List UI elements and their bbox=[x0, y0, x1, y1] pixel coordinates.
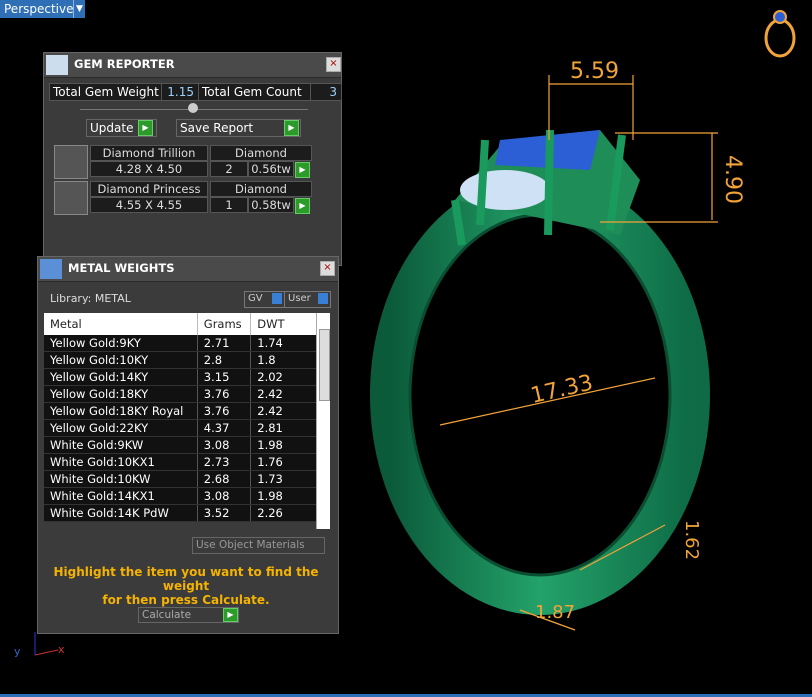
axis-y-label: y bbox=[14, 645, 21, 658]
save-report-button[interactable]: Save Report bbox=[176, 119, 301, 137]
gem-count[interactable]: 2 bbox=[210, 161, 248, 177]
table-row[interactable]: White Gold:14K PdW 3.52 2.26 bbox=[44, 504, 328, 522]
update-button-label: Update bbox=[90, 121, 134, 135]
table-row[interactable]: Yellow Gold:18KY 3.76 2.42 bbox=[44, 385, 328, 403]
metal-cell-metal: Yellow Gold:18KY bbox=[44, 385, 198, 403]
metal-weights-close-icon[interactable]: × bbox=[320, 261, 335, 276]
metal-cell-grams: 3.76 bbox=[197, 385, 252, 403]
dimension-top: 5.59 bbox=[570, 59, 619, 84]
gem-material[interactable]: Diamond bbox=[210, 181, 312, 197]
dimension-band-height: 1.62 bbox=[681, 520, 702, 560]
table-row[interactable]: White Gold:9KW 3.08 1.98 bbox=[44, 436, 328, 454]
metal-cell-grams: 2.71 bbox=[197, 335, 252, 352]
column-header-metal[interactable]: Metal bbox=[44, 313, 198, 335]
metal-cell-grams: 2.73 bbox=[197, 453, 252, 471]
metal-cell-grams: 3.08 bbox=[197, 436, 252, 454]
metal-cell-grams: 3.52 bbox=[197, 504, 252, 522]
gem-reporter-close-icon[interactable]: × bbox=[326, 57, 341, 72]
table-row[interactable]: Yellow Gold:9KY 2.71 1.74 bbox=[44, 335, 328, 352]
gv-toggle-icon bbox=[272, 293, 282, 304]
user-toggle-label: User bbox=[288, 293, 311, 304]
metal-cell-grams: 2.8 bbox=[197, 351, 252, 369]
table-row[interactable]: Yellow Gold:10KY 2.8 1.8 bbox=[44, 351, 328, 369]
gem-reporter-titlebar[interactable]: GEM REPORTER × bbox=[44, 53, 341, 78]
user-toggle[interactable]: User bbox=[284, 291, 331, 308]
metal-cell-metal: Yellow Gold:22KY bbox=[44, 419, 198, 437]
total-gem-count-label: Total Gem Count bbox=[198, 83, 318, 101]
gem-reporter-icon bbox=[46, 55, 68, 75]
metal-cell-metal: Yellow Gold:9KY bbox=[44, 335, 198, 352]
dimension-height: 4.90 bbox=[720, 155, 745, 204]
table-row[interactable]: Yellow Gold:14KY 3.15 2.02 bbox=[44, 368, 328, 386]
axis-gizmo: y x bbox=[14, 632, 65, 658]
gem-size[interactable]: 4.55 X 4.55 bbox=[90, 197, 208, 213]
gv-toggle-label: GV bbox=[248, 293, 263, 304]
gem-name[interactable]: Diamond Trillion bbox=[90, 145, 208, 161]
metal-cell-grams: 3.08 bbox=[197, 487, 252, 505]
metal-cell-metal: White Gold:10KW bbox=[44, 470, 198, 488]
metal-weights-titlebar[interactable]: METAL WEIGHTS × bbox=[38, 257, 338, 282]
use-object-materials-label: Use Object Materials bbox=[196, 539, 305, 551]
metal-cell-grams: 3.15 bbox=[197, 368, 252, 386]
gem-weight[interactable]: 0.56tw bbox=[248, 161, 294, 177]
save-report-label: Save Report bbox=[180, 121, 254, 135]
gem-count[interactable]: 1 bbox=[210, 197, 248, 213]
table-row[interactable]: White Gold:10KW 2.68 1.73 bbox=[44, 470, 328, 488]
dimension-inner: 17.33 bbox=[528, 370, 595, 409]
update-go-icon[interactable]: ▶ bbox=[138, 120, 153, 136]
gem-weight[interactable]: 0.58tw bbox=[248, 197, 294, 213]
calculate-button-label: Calculate bbox=[142, 609, 192, 621]
gem-row-go-icon[interactable]: ▶ bbox=[295, 198, 310, 214]
metal-cell-grams: 4.37 bbox=[197, 419, 252, 437]
gem-thumbnail-princess bbox=[54, 181, 88, 215]
ring-logo-icon bbox=[764, 10, 796, 58]
metal-weights-icon bbox=[40, 259, 62, 279]
metal-cell-metal: Yellow Gold:18KY Royal bbox=[44, 402, 198, 420]
hint-line-2: for then press Calculate. bbox=[102, 593, 270, 607]
dimension-band-width: 1.87 bbox=[535, 602, 575, 623]
metal-table-scrollbar[interactable] bbox=[316, 313, 330, 529]
metal-cell-grams: 2.68 bbox=[197, 470, 252, 488]
metal-cell-metal: White Gold:14K PdW bbox=[44, 504, 198, 522]
trillion-gem bbox=[460, 170, 550, 210]
metal-cell-metal: Yellow Gold:10KY bbox=[44, 351, 198, 369]
gv-toggle[interactable]: GV bbox=[244, 291, 285, 308]
library-label: Library: METAL bbox=[50, 292, 131, 305]
metal-cell-grams: 3.76 bbox=[197, 402, 252, 420]
gem-reporter-title: GEM REPORTER bbox=[74, 57, 175, 71]
use-object-materials-toggle[interactable]: Use Object Materials bbox=[192, 537, 325, 554]
metal-weights-panel: METAL WEIGHTS × Library: METAL GV User M… bbox=[37, 256, 339, 634]
slider-handle-icon[interactable] bbox=[188, 103, 198, 113]
total-gem-count-value: 3 bbox=[310, 83, 342, 101]
metal-weights-table[interactable]: Metal Grams DWT Yellow Gold:9KY 2.71 1.74 Y… bbox=[44, 313, 328, 522]
metal-cell-metal: White Gold:14KX1 bbox=[44, 487, 198, 505]
table-row[interactable]: White Gold:14KX1 3.08 1.98 bbox=[44, 487, 328, 505]
table-row[interactable]: White Gold:10KX1 2.73 1.76 bbox=[44, 453, 328, 471]
metal-cell-metal: Yellow Gold:14KY bbox=[44, 368, 198, 386]
table-row[interactable]: Yellow Gold:18KY Royal 3.76 2.42 bbox=[44, 402, 328, 420]
total-gem-weight-value: 1.15 bbox=[161, 83, 199, 101]
user-toggle-icon bbox=[318, 293, 328, 304]
gem-thumbnail-trillion bbox=[54, 145, 88, 179]
column-header-grams[interactable]: Grams bbox=[197, 313, 252, 335]
gem-row-go-icon[interactable]: ▶ bbox=[295, 162, 310, 178]
save-report-go-icon[interactable]: ▶ bbox=[284, 120, 299, 136]
metal-weights-title: METAL WEIGHTS bbox=[68, 261, 175, 275]
axis-x-label: x bbox=[58, 643, 65, 656]
calculate-go-icon[interactable]: ▶ bbox=[223, 608, 238, 622]
metal-cell-metal: White Gold:9KW bbox=[44, 436, 198, 454]
gem-reporter-panel: GEM REPORTER × Total Gem Weight 1.15 Tot… bbox=[43, 52, 342, 266]
metal-cell-metal: White Gold:10KX1 bbox=[44, 453, 198, 471]
gem-name[interactable]: Diamond Princess bbox=[90, 181, 208, 197]
scroll-thumb[interactable] bbox=[319, 329, 330, 401]
gem-size[interactable]: 4.28 X 4.50 bbox=[90, 161, 208, 177]
calculate-hint: Highlight the item you want to find the … bbox=[46, 565, 326, 607]
table-header-row: Metal Grams DWT bbox=[44, 313, 328, 335]
table-row[interactable]: Yellow Gold:22KY 4.37 2.81 bbox=[44, 419, 328, 437]
hint-line-1: Highlight the item you want to find the … bbox=[53, 565, 319, 593]
gem-material[interactable]: Diamond bbox=[210, 145, 312, 161]
